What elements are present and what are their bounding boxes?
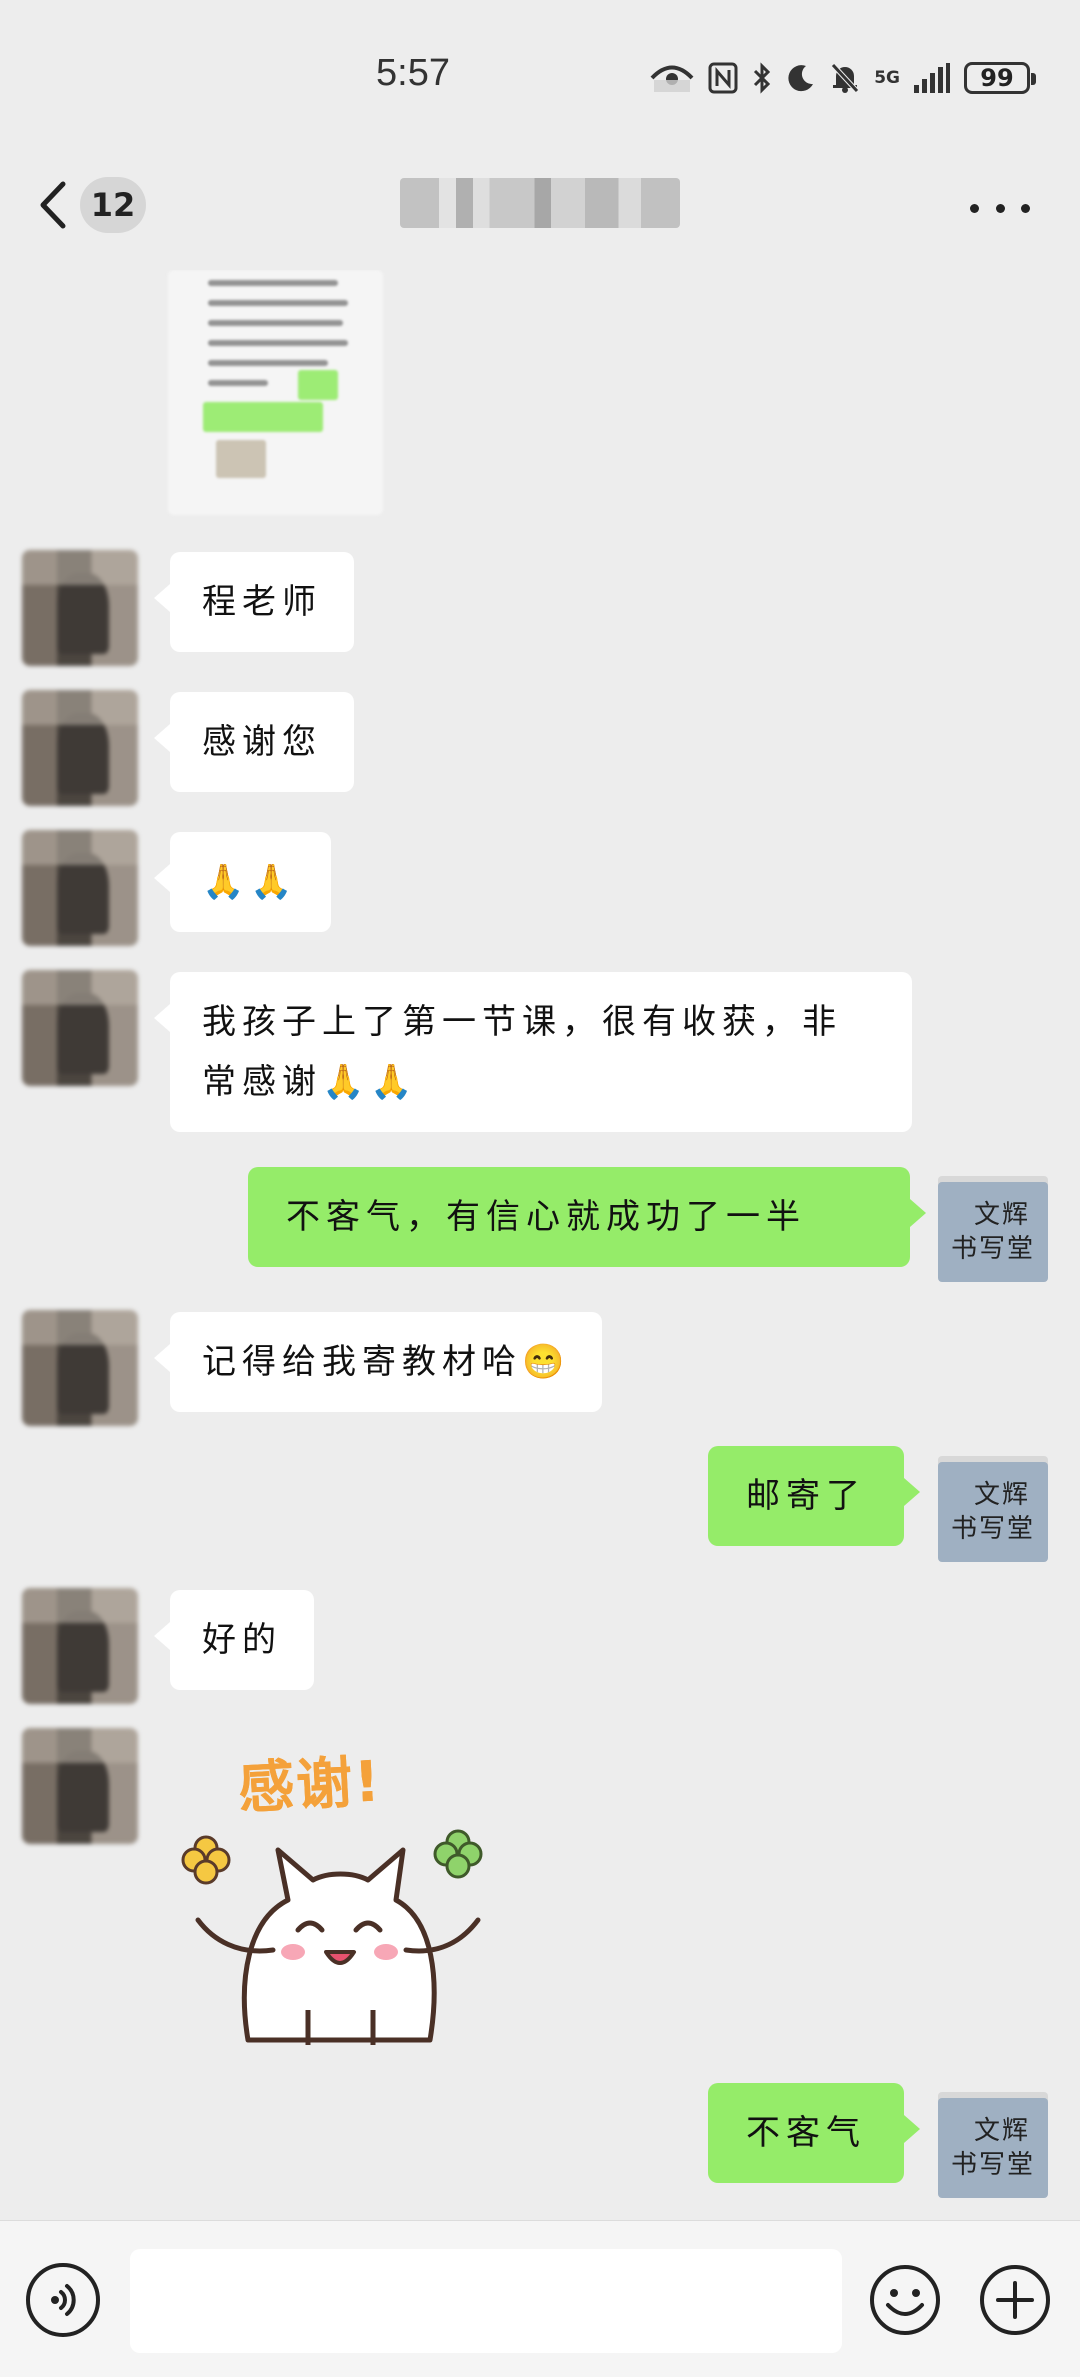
contact-avatar[interactable] — [22, 690, 138, 806]
contact-avatar[interactable] — [22, 550, 138, 666]
message-input-bar — [0, 2220, 1080, 2377]
contact-avatar[interactable] — [22, 1728, 138, 1844]
message-bubble-incoming[interactable]: 🙏🙏 — [154, 832, 331, 932]
message-bubble-incoming[interactable]: 记得给我寄教材哈😁 — [153, 1312, 603, 1412]
contact-avatar[interactable] — [22, 970, 138, 1086]
message-bubble-incoming[interactable]: 程老师 — [154, 552, 354, 652]
voice-icon — [51, 2284, 76, 2316]
my-avatar-text: 书写堂 — [950, 2150, 1035, 2180]
more-icon-dot — [1021, 203, 1030, 213]
status-bar: 5:57 5G 99 — [0, 0, 1080, 150]
nfc-icon — [708, 62, 738, 94]
more-button[interactable] — [970, 198, 1030, 218]
mute-bell-icon — [831, 63, 860, 93]
plus-icon — [980, 2265, 1050, 2335]
message-text-input[interactable] — [130, 2249, 842, 2353]
my-avatar[interactable]: 文辉 书写堂 — [938, 1462, 1048, 1562]
battery-level: 99 — [980, 64, 1014, 92]
contact-avatar[interactable] — [22, 1310, 138, 1426]
signal-icon — [914, 63, 950, 93]
my-avatar-text: 文辉 — [973, 1200, 1030, 1230]
my-avatar-text: 文辉 — [973, 2116, 1030, 2146]
contact-name-blurred — [400, 178, 680, 228]
status-icons: 5G 99 — [650, 58, 1036, 98]
message-bubble-incoming[interactable]: 我孩子上了第一节课，很有收获，非常感谢🙏🙏 — [154, 972, 912, 1132]
sticker-message[interactable]: 感谢! — [178, 1740, 518, 2050]
chevron-left-icon — [40, 181, 66, 229]
contact-avatar[interactable] — [22, 1588, 138, 1704]
message-bubble-outgoing[interactable]: 邮寄了 — [708, 1446, 920, 1546]
chat-header: 12 — [0, 150, 1080, 270]
bluetooth-icon — [754, 62, 771, 94]
more-icon-dot — [970, 203, 979, 213]
shared-image-message[interactable] — [168, 270, 383, 515]
my-avatar[interactable]: 文辉 书写堂 — [938, 2098, 1048, 2198]
chat-messages[interactable]: 程老师 感谢您 🙏🙏 我孩子上了第一节课，很有收获，非常感谢🙏🙏 不客气，有信心… — [0, 270, 1080, 2220]
my-avatar[interactable]: 文辉 书写堂 — [938, 1182, 1048, 1282]
more-icon-dot — [995, 203, 1005, 213]
my-avatar-text: 书写堂 — [950, 1234, 1035, 1264]
back-button[interactable]: 12 — [38, 172, 188, 238]
my-avatar-text: 文辉 — [973, 1480, 1030, 1510]
message-bubble-incoming[interactable]: 感谢您 — [154, 692, 354, 792]
moon-icon — [788, 65, 814, 92]
status-time: 5:57 — [376, 52, 450, 94]
message-bubble-incoming[interactable]: 好的 — [154, 1590, 314, 1690]
message-bubble-outgoing[interactable]: 不客气，有信心就成功了一半 — [248, 1167, 926, 1267]
my-avatar-text: 书写堂 — [950, 1514, 1035, 1544]
message-bubble-outgoing[interactable]: 不客气 — [708, 2083, 920, 2183]
emoji-icon — [870, 2265, 940, 2335]
network-type: 5G — [874, 67, 900, 88]
cat-sticker-image — [181, 1829, 483, 2045]
unread-count-badge: 12 — [80, 177, 146, 233]
eye-icon — [650, 65, 694, 92]
battery-indicator: 99 — [964, 62, 1036, 94]
contact-avatar[interactable] — [22, 830, 138, 946]
emoji-button[interactable] — [868, 2263, 942, 2337]
plus-button[interactable] — [978, 2263, 1052, 2337]
voice-button[interactable] — [26, 2263, 100, 2337]
